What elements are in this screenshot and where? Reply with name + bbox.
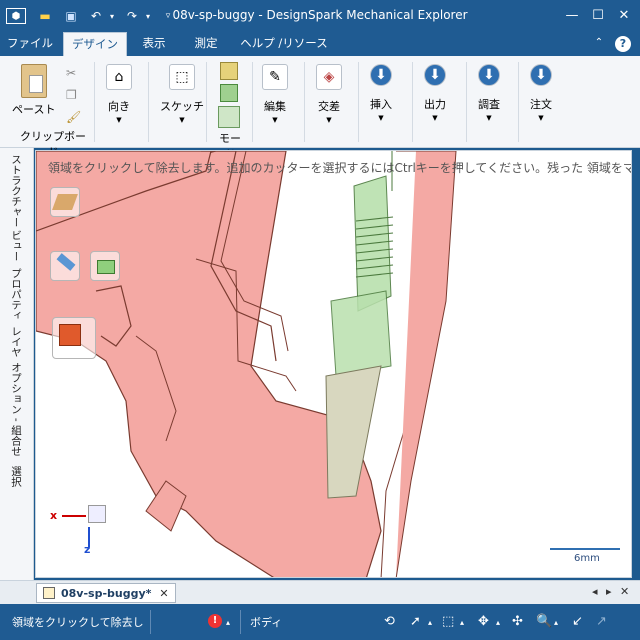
close-tab-icon[interactable]: ✕ bbox=[159, 587, 168, 600]
paste-button[interactable]: ペースト bbox=[12, 64, 55, 117]
remove-region-guide[interactable] bbox=[52, 317, 96, 359]
previous-view-icon[interactable]: ↙ bbox=[572, 614, 583, 629]
maximize-button[interactable]: ☐ bbox=[584, 4, 612, 26]
box-select-icon[interactable]: ⬚ bbox=[442, 614, 454, 629]
ribbon: ペースト ✂ ❐ 🖌 クリップボード ⌂ 向き ▼ ⬚ スケッチ ▼ モード ✎… bbox=[0, 56, 640, 161]
close-button[interactable]: ✕ bbox=[610, 4, 638, 26]
axis-triad: x z bbox=[50, 501, 110, 561]
insert-arrow-icon: ⬇ bbox=[370, 64, 392, 86]
help-icon[interactable]: ? bbox=[612, 32, 634, 56]
connector-housing[interactable] bbox=[330, 290, 392, 377]
target-icon bbox=[56, 253, 76, 271]
rotate-icon[interactable]: ⟲ bbox=[384, 614, 395, 629]
cube-icon bbox=[59, 324, 81, 346]
document-icon bbox=[43, 587, 55, 599]
status-message: 領域をクリックして除去し bbox=[12, 616, 144, 629]
tab-scroll-right-icon[interactable]: ▸ bbox=[606, 585, 612, 598]
clipboard-icon bbox=[20, 64, 47, 98]
design-viewport[interactable]: 領域をクリックして除去します。追加のカッターを選択するにはCtrlキーを押してく… bbox=[35, 150, 632, 578]
select-region-guide[interactable] bbox=[90, 251, 120, 281]
status-bar: 領域をクリックして除去し ! ▴ ボディ ⟲ ➚ ▴ ⬚ ▴ ✥ ▴ ✣ 🔍 ▴… bbox=[0, 604, 640, 640]
tab-file[interactable]: ファイル bbox=[4, 32, 56, 56]
tab-view[interactable]: 表示 bbox=[134, 32, 174, 56]
intersect-button[interactable]: ◈ 交差 ▼ bbox=[316, 64, 342, 124]
sketch-rectangle-icon: ⬚ bbox=[169, 64, 195, 90]
move-icon[interactable]: ✣ bbox=[512, 614, 523, 629]
section-mode-icon[interactable] bbox=[220, 84, 238, 102]
tab-properties[interactable]: プロパティ bbox=[9, 268, 24, 321]
tab-views[interactable]: ビュー bbox=[9, 230, 24, 262]
zoom-icon[interactable]: 🔍 bbox=[536, 614, 552, 629]
mode-group: モード bbox=[212, 60, 246, 161]
tab-selection[interactable]: 選択 bbox=[9, 466, 24, 487]
window-title: 08v-sp-buggy - DesignSpark Mechanical Ex… bbox=[172, 8, 468, 22]
title-bar: ⬢ ▬ ▣ ↶ ▾ ↷ ▾ ▿ 08v-sp-buggy - DesignSpa… bbox=[0, 0, 640, 32]
tab-design[interactable]: デザイン bbox=[63, 32, 127, 56]
cutter-icon bbox=[52, 194, 78, 210]
menu-bar: ファイル デザイン 表示 測定 ヘルプ /リソース ⌃ ? bbox=[0, 32, 640, 56]
clipboard-group: ペースト ✂ ❐ 🖌 クリップボード bbox=[4, 60, 88, 159]
pull-tool-icon: ✎ bbox=[262, 64, 288, 90]
document-tab-active[interactable]: 08v-sp-buggy* ✕ bbox=[36, 583, 176, 603]
tool-hint: 領域をクリックして除去します。追加のカッターを選択するにはCtrlキーを押してく… bbox=[48, 161, 632, 175]
model-canvas[interactable] bbox=[36, 151, 632, 578]
minimize-button[interactable]: — bbox=[558, 4, 586, 26]
document-tab-bar: 08v-sp-buggy* ✕ ◂ ▸ ✕ bbox=[0, 580, 640, 604]
insert-button[interactable]: ⬇ 挿入 ▼ bbox=[370, 64, 392, 122]
sketch-button[interactable]: ⬚ スケッチ ▼ bbox=[160, 64, 204, 124]
view-cube-icon[interactable] bbox=[88, 505, 106, 523]
format-brush-icon[interactable]: 🖌 bbox=[66, 110, 81, 124]
tab-help-resources[interactable]: ヘルプ /リソース bbox=[238, 32, 330, 56]
inspect-arrow-icon: ⬇ bbox=[478, 64, 500, 86]
close-document-icon[interactable]: ✕ bbox=[620, 585, 629, 598]
edit-button[interactable]: ✎ 編集 ▼ bbox=[262, 64, 288, 124]
region-icon bbox=[97, 260, 115, 274]
ribbon-collapse-icon[interactable]: ⌃ bbox=[590, 32, 608, 56]
connector-tip[interactable] bbox=[325, 365, 382, 499]
select-cutter-guide[interactable] bbox=[50, 187, 80, 217]
selection-filter-label[interactable]: ボディ bbox=[250, 614, 282, 630]
copy-icon[interactable]: ❐ bbox=[66, 88, 77, 102]
tab-layers[interactable]: レイヤ bbox=[9, 326, 24, 358]
tab-scroll-left-icon[interactable]: ◂ bbox=[592, 585, 598, 598]
output-button[interactable]: ⬇ 出力 ▼ bbox=[424, 64, 446, 122]
combine-icon: ◈ bbox=[316, 64, 342, 90]
select-target-guide[interactable] bbox=[50, 251, 80, 281]
cut-icon[interactable]: ✂ bbox=[66, 66, 76, 80]
3d-mode-icon[interactable] bbox=[218, 106, 240, 128]
order-arrow-icon: ⬇ bbox=[530, 64, 552, 86]
document-tab-label: 08v-sp-buggy* bbox=[61, 586, 152, 600]
scale-label: 6mm bbox=[574, 553, 600, 564]
inspect-button[interactable]: ⬇ 調査 ▼ bbox=[478, 64, 500, 122]
tab-structure[interactable]: ストラクチャー bbox=[9, 154, 24, 228]
tab-measure[interactable]: 測定 bbox=[184, 32, 228, 56]
tab-options-combine[interactable]: オプション - 組合せ bbox=[9, 362, 24, 456]
pan-icon[interactable]: ✥ bbox=[478, 614, 489, 629]
error-icon[interactable]: ! bbox=[208, 614, 222, 628]
error-dropdown-icon[interactable]: ▴ bbox=[226, 618, 230, 627]
orient-button[interactable]: ⌂ 向き ▼ bbox=[106, 64, 132, 124]
sketch-mode-icon[interactable] bbox=[220, 62, 238, 80]
home-icon: ⌂ bbox=[106, 64, 132, 90]
axis-x-label: x bbox=[50, 509, 58, 522]
select-arrow-icon[interactable]: ➚ bbox=[410, 614, 421, 629]
output-arrow-icon: ⬇ bbox=[424, 64, 446, 86]
next-view-icon[interactable]: ↗ bbox=[596, 614, 607, 629]
axis-z-label: z bbox=[84, 543, 91, 556]
order-button[interactable]: ⬇ 注文 ▼ bbox=[530, 64, 552, 122]
side-panel-tabs: ストラクチャー ビュー プロパティ レイヤ オプション - 組合せ 選択 bbox=[0, 148, 34, 580]
